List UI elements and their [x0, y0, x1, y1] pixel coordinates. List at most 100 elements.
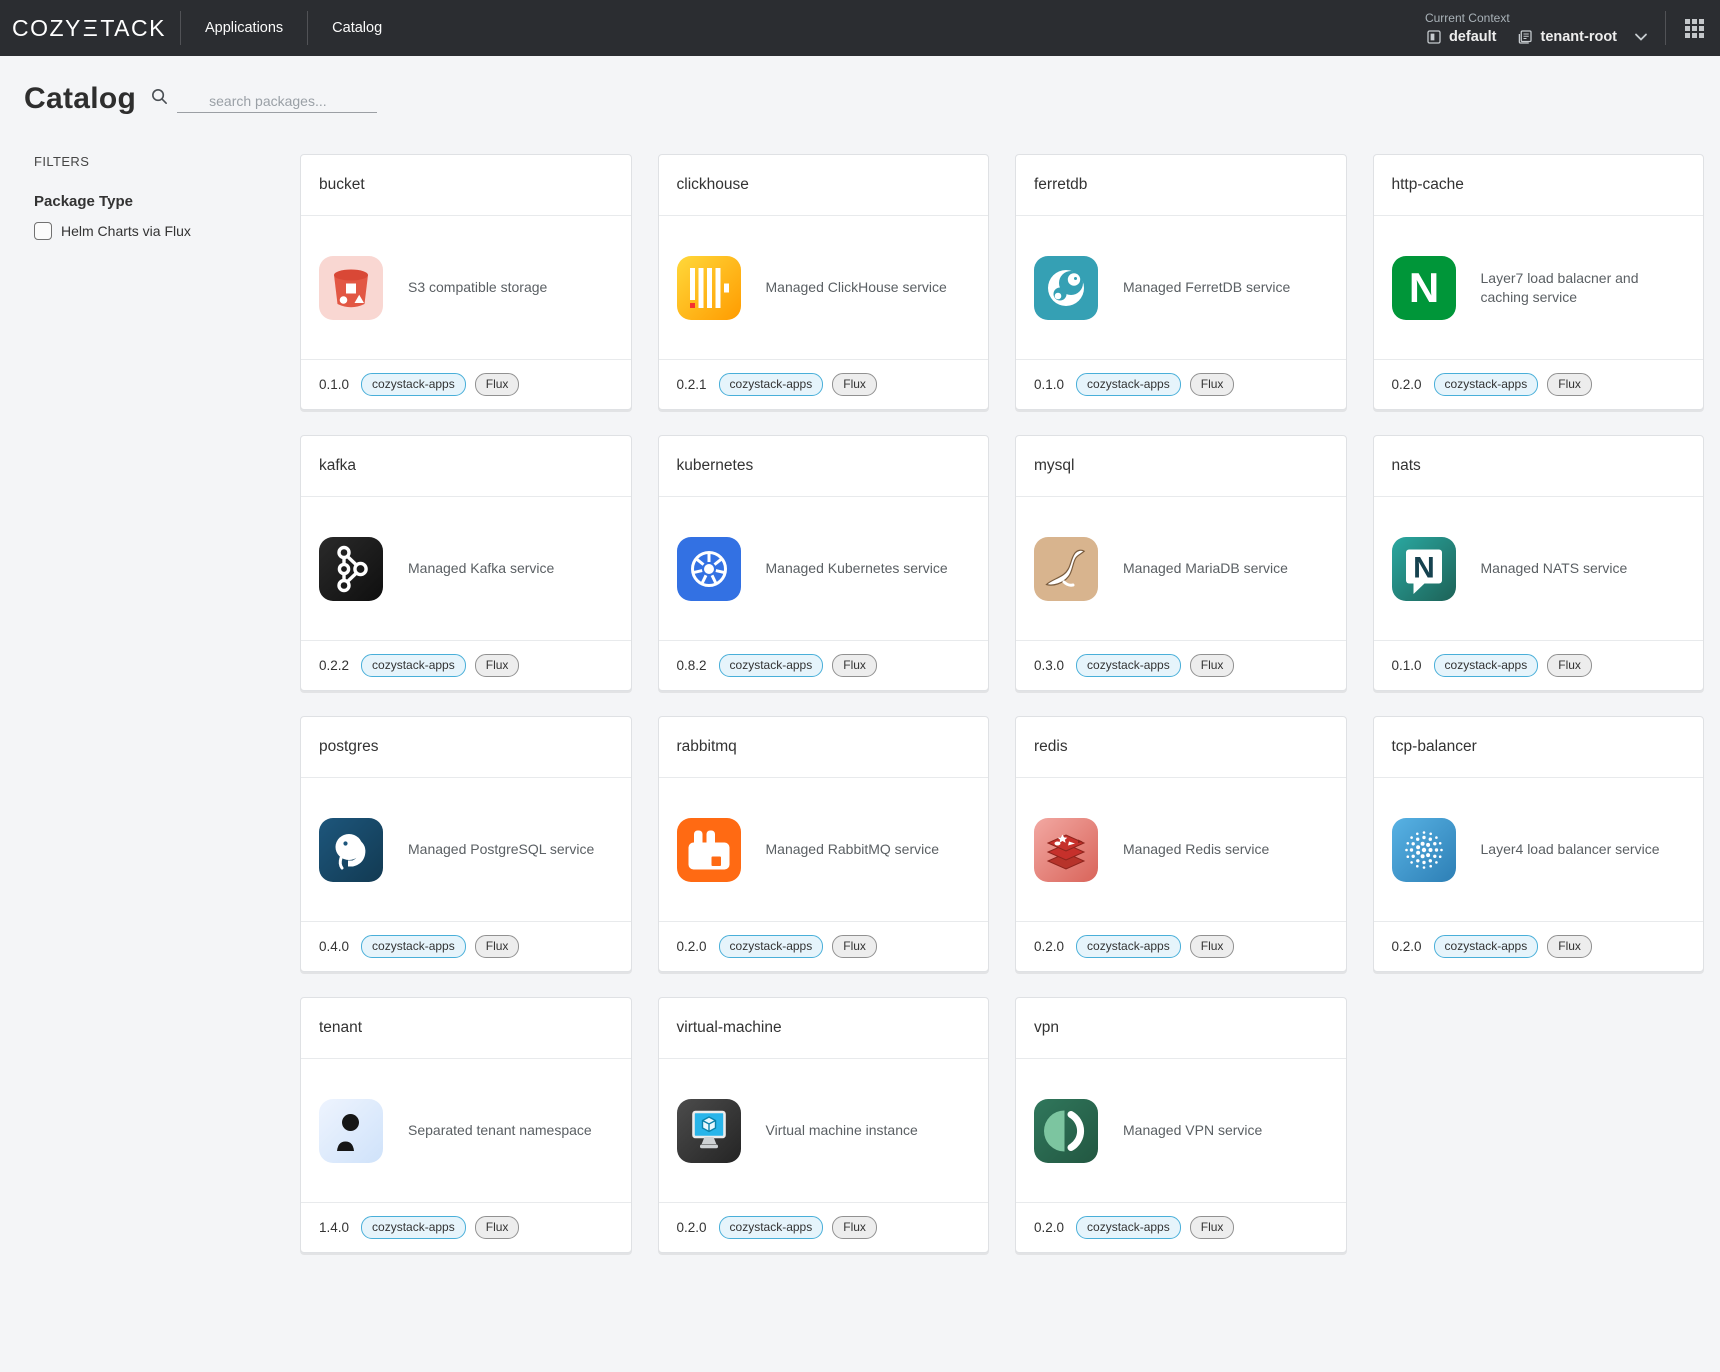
mariadb-seal-icon: [1034, 537, 1098, 601]
package-description: Managed Redis service: [1123, 840, 1275, 859]
chevron-down-icon: [1633, 29, 1649, 45]
package-name: kafka: [319, 457, 356, 475]
package-version: 0.2.0: [1034, 1220, 1064, 1235]
nginx-icon: N: [1392, 256, 1456, 320]
package-name: mysql: [1034, 457, 1074, 475]
package-card-bucket[interactable]: bucket S3 compatible storage 0.1.0 cozys…: [300, 154, 632, 410]
package-version: 0.3.0: [1034, 658, 1064, 673]
badge-cozystack-apps: cozystack-apps: [719, 1216, 824, 1239]
badge-cozystack-apps: cozystack-apps: [1076, 1216, 1181, 1239]
app-screen: COZYΞTACK Applications Catalog Current C…: [0, 0, 1720, 1372]
badge-flux: Flux: [1190, 373, 1235, 396]
redis-icon: [1034, 818, 1098, 882]
helm-charts-via-flux-checkbox[interactable]: [34, 222, 52, 240]
package-card-tcp-balancer[interactable]: tcp-balancer Layer4 load balancer servic…: [1373, 716, 1705, 972]
package-name: redis: [1034, 738, 1068, 756]
ferretdb-icon: [1034, 256, 1098, 320]
search-input[interactable]: [177, 90, 377, 113]
package-card-tenant[interactable]: tenant Separated tenant namespace 1.4.0 …: [300, 997, 632, 1253]
package-card-footer: 1.4.0 cozystack-appsFlux: [301, 1202, 631, 1252]
package-card-footer: 0.2.0 cozystack-appsFlux: [1374, 921, 1704, 971]
package-card-header: redis: [1016, 717, 1346, 778]
apps-grid-icon[interactable]: [1682, 16, 1706, 40]
logo-s-glyph: Ξ: [83, 15, 99, 42]
package-name: ferretdb: [1034, 176, 1087, 194]
filter-group-package-type: Package Type: [34, 193, 300, 210]
package-card-nats[interactable]: nats N Managed NATS service 0.1.0 cozyst…: [1373, 435, 1705, 691]
badge-flux: Flux: [1547, 935, 1592, 958]
package-description: Layer7 load balacner and caching service: [1481, 269, 1686, 307]
package-card-footer: 0.2.2 cozystack-appsFlux: [301, 640, 631, 690]
search-icon: [150, 87, 169, 111]
package-card-footer: 0.2.0 cozystack-appsFlux: [659, 921, 989, 971]
package-card-header: vpn: [1016, 998, 1346, 1059]
package-card-footer: 0.2.0 cozystack-appsFlux: [659, 1202, 989, 1252]
logo-text-suffix: TACK: [100, 15, 166, 42]
badge-cozystack-apps: cozystack-apps: [361, 935, 466, 958]
badge-flux: Flux: [832, 654, 877, 677]
package-card-clickhouse[interactable]: clickhouse Managed ClickHouse service 0.…: [658, 154, 990, 410]
package-name: clickhouse: [677, 176, 749, 194]
package-card-footer: 0.2.0 cozystack-appsFlux: [1374, 359, 1704, 409]
package-card-header: clickhouse: [659, 155, 989, 216]
clickhouse-icon: [677, 256, 741, 320]
package-name: tcp-balancer: [1392, 738, 1477, 756]
context-tenant-value: tenant-root: [1540, 29, 1617, 45]
package-card-ferretdb[interactable]: ferretdb Managed FerretDB service 0.1.0 …: [1015, 154, 1347, 410]
package-name: vpn: [1034, 1019, 1059, 1037]
kafka-icon: [319, 537, 383, 601]
package-card-mysql[interactable]: mysql Managed MariaDB service 0.3.0 cozy…: [1015, 435, 1347, 691]
package-card-virtual-machine[interactable]: virtual-machine Virtual machine instance…: [658, 997, 990, 1253]
package-card-footer: 0.8.2 cozystack-appsFlux: [659, 640, 989, 690]
filter-option-helm-charts-via-flux[interactable]: Helm Charts via Flux: [34, 222, 300, 240]
virtual-machine-icon: [677, 1099, 741, 1163]
dotted-globe-icon: [1392, 818, 1456, 882]
nav-link-catalog[interactable]: Catalog: [308, 0, 406, 56]
package-description: Managed Kafka service: [408, 559, 560, 578]
package-card-footer: 0.2.1 cozystack-appsFlux: [659, 359, 989, 409]
package-card-kafka[interactable]: kafka Managed Kafka service 0.2.2 cozyst…: [300, 435, 632, 691]
content-area: FILTERS Package Type Helm Charts via Flu…: [0, 126, 1720, 1253]
package-description: Managed MariaDB service: [1123, 559, 1294, 578]
package-card-body: Managed VPN service: [1016, 1059, 1346, 1202]
package-card-rabbitmq[interactable]: rabbitmq Managed RabbitMQ service 0.2.0 …: [658, 716, 990, 972]
package-name: http-cache: [1392, 176, 1464, 194]
badge-flux: Flux: [1190, 935, 1235, 958]
package-card-vpn[interactable]: vpn Managed VPN service 0.2.0 cozystack-…: [1015, 997, 1347, 1253]
package-card-body: N Layer7 load balacner and caching servi…: [1374, 216, 1704, 359]
package-card-header: mysql: [1016, 436, 1346, 497]
badge-cozystack-apps: cozystack-apps: [719, 373, 824, 396]
package-description: Managed FerretDB service: [1123, 278, 1296, 297]
tenant-person-icon: [319, 1099, 383, 1163]
package-version: 0.2.2: [319, 658, 349, 673]
svg-text:N: N: [1408, 264, 1438, 311]
nats-icon: N: [1392, 537, 1456, 601]
package-description: Managed ClickHouse service: [766, 278, 953, 297]
nav-divider: [1665, 11, 1666, 45]
current-context-switcher[interactable]: Current Context default tenant-root: [1425, 11, 1649, 46]
page-title: Catalog: [24, 82, 136, 116]
package-description: Virtual machine instance: [766, 1121, 924, 1140]
rabbitmq-icon: [677, 818, 741, 882]
nav-link-applications[interactable]: Applications: [181, 0, 307, 56]
cozystack-logo[interactable]: COZYΞTACK: [12, 15, 166, 42]
badge-flux: Flux: [832, 935, 877, 958]
package-card-body: Managed MariaDB service: [1016, 497, 1346, 640]
package-version: 0.1.0: [319, 377, 349, 392]
package-card-body: Managed FerretDB service: [1016, 216, 1346, 359]
package-card-header: ferretdb: [1016, 155, 1346, 216]
badge-cozystack-apps: cozystack-apps: [1076, 373, 1181, 396]
package-card-header: tcp-balancer: [1374, 717, 1704, 778]
badge-flux: Flux: [1190, 1216, 1235, 1239]
package-card-http-cache[interactable]: http-cache N Layer7 load balacner and ca…: [1373, 154, 1705, 410]
package-card-body: Virtual machine instance: [659, 1059, 989, 1202]
package-card-footer: 0.2.0 cozystack-apps Flux: [1016, 1202, 1346, 1252]
package-card-postgres[interactable]: postgres Managed PostgreSQL service 0.4.…: [300, 716, 632, 972]
logo-text-prefix: COZY: [12, 15, 82, 42]
package-card-redis[interactable]: redis Managed Redis service 0.2.0 cozyst…: [1015, 716, 1347, 972]
package-version: 0.2.0: [677, 1220, 707, 1235]
package-version: 0.1.0: [1034, 377, 1064, 392]
filters-sidebar: FILTERS Package Type Helm Charts via Flu…: [0, 154, 300, 240]
package-card-kubernetes[interactable]: kubernetes Managed Kubernetes service 0.…: [658, 435, 990, 691]
package-version: 0.2.0: [1392, 939, 1422, 954]
